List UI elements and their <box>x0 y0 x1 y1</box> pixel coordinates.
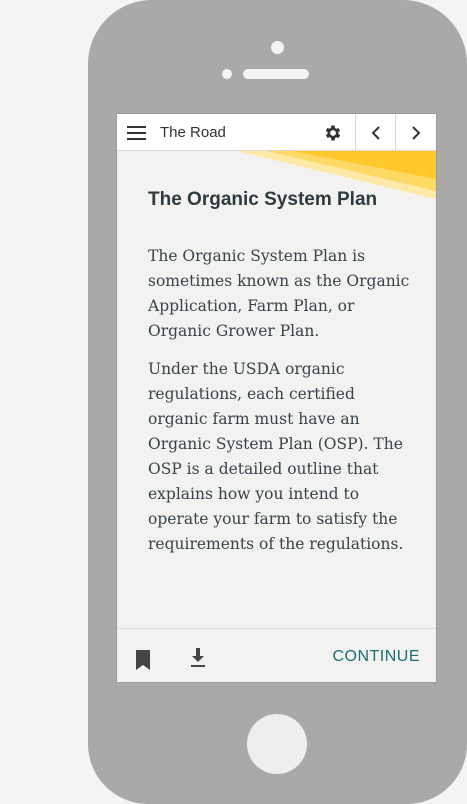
continue-button[interactable]: CONTINUE <box>332 648 420 666</box>
next-button[interactable] <box>396 114 435 151</box>
gear-icon[interactable] <box>323 123 343 143</box>
front-camera <box>271 41 284 54</box>
paragraph: The Organic System Plan is sometimes kno… <box>148 247 410 340</box>
earpiece-speaker <box>243 69 309 79</box>
app-screen: The Road The Organic System Plan The Org… <box>117 114 436 682</box>
app-title: The Road <box>160 124 226 141</box>
download-icon[interactable] <box>190 648 206 668</box>
top-app-bar: The Road <box>117 114 436 151</box>
paragraph: Under the USDA organic regulations, each… <box>148 360 404 553</box>
chevron-left-icon <box>371 125 380 140</box>
home-button[interactable] <box>247 714 307 774</box>
page-title: The Organic System Plan <box>148 189 378 210</box>
bookmark-icon[interactable] <box>136 650 150 670</box>
previous-button[interactable] <box>356 114 395 151</box>
lesson-body: The Organic System Plan is sometimes kno… <box>148 244 418 570</box>
bottom-action-bar: CONTINUE <box>117 628 436 682</box>
menu-icon[interactable] <box>127 126 146 140</box>
sensor-dot <box>222 69 232 79</box>
chevron-right-icon <box>411 125 420 140</box>
